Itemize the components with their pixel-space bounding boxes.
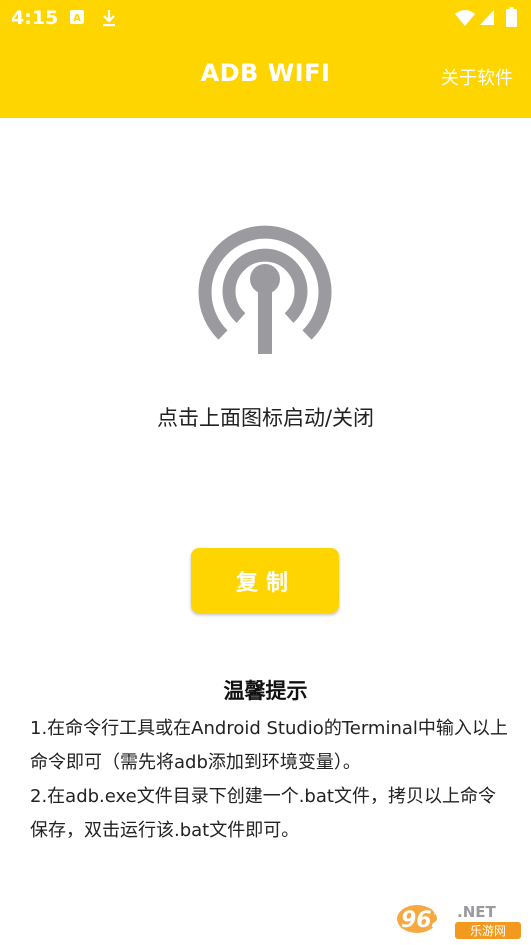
status-bar: 4:15 A bbox=[0, 0, 531, 36]
svg-text:A: A bbox=[73, 13, 81, 24]
a-notification-icon: A bbox=[70, 10, 84, 24]
top-bar: 4:15 A ADB WIFI 关于软件 bbox=[0, 0, 531, 118]
toggle-hint: 点击上面图标启动/关闭 bbox=[156, 406, 375, 430]
tip-item-2: 2.在adb.exe文件目录下创建一个.bat文件，拷贝以上命令保存，双击运行该… bbox=[30, 786, 496, 841]
battery-icon bbox=[506, 7, 517, 27]
tips-list: 1.在命令行工具或在Android Studio的Terminal中输入以上命令… bbox=[30, 712, 510, 848]
wifi-icon bbox=[455, 10, 475, 26]
about-button[interactable]: 关于软件 bbox=[441, 64, 513, 90]
tips-title: 温馨提示 bbox=[223, 679, 308, 703]
download-icon bbox=[103, 10, 115, 27]
watermark-logo: 962 .NET 乐游网 bbox=[397, 903, 521, 939]
svg-text:.NET: .NET bbox=[457, 903, 496, 921]
copy-button[interactable]: 复制 bbox=[191, 548, 339, 613]
svg-text:乐游网: 乐游网 bbox=[470, 924, 506, 938]
signal-icon bbox=[480, 10, 494, 25]
tip-item-1: 1.在命令行工具或在Android Studio的Terminal中输入以上命令… bbox=[30, 718, 508, 773]
status-time: 4:15 bbox=[11, 7, 59, 29]
svg-text:962: 962 bbox=[401, 908, 447, 933]
wifi-tower-icon[interactable] bbox=[186, 204, 344, 358]
